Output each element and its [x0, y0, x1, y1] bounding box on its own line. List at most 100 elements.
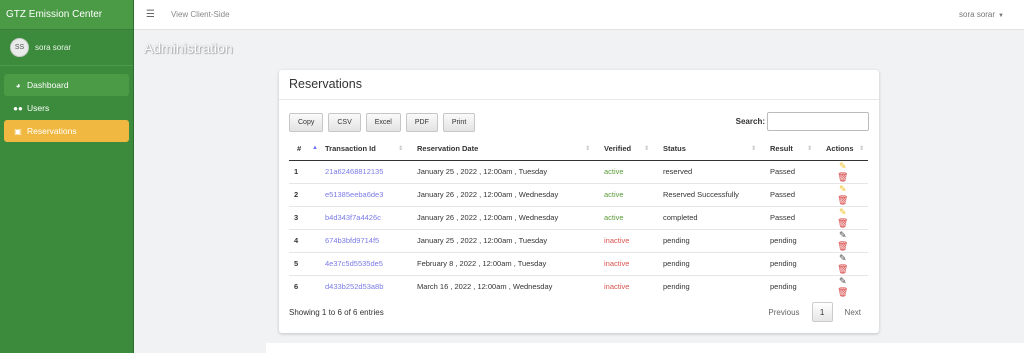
- col-status[interactable]: Status ⇕: [653, 137, 760, 161]
- user-menu[interactable]: sora sorar ▼: [959, 10, 1004, 19]
- avatar: SS: [10, 38, 29, 57]
- row-actions: ✎🗑: [816, 251, 868, 275]
- row-actions: ✎🗑: [816, 274, 868, 298]
- status: completed: [653, 205, 760, 229]
- page-1-button[interactable]: 1: [811, 302, 833, 322]
- trash-icon[interactable]: 🗑: [837, 241, 848, 251]
- previous-button[interactable]: Previous: [760, 302, 807, 322]
- row-number: 2: [289, 182, 315, 206]
- sidebar-item-label: Users: [27, 103, 50, 113]
- trash-icon[interactable]: 🗑: [837, 195, 848, 205]
- chevron-down-icon: ▼: [998, 13, 1004, 19]
- sort-icon: ⇕: [750, 146, 756, 152]
- calendar-icon: ▣: [14, 126, 22, 136]
- page-title: Administration: [144, 40, 233, 56]
- dashboard-icon: ◕: [15, 80, 21, 90]
- view-client-link[interactable]: View Client-Side: [171, 10, 230, 19]
- next-button[interactable]: Next: [837, 302, 869, 322]
- copy-button[interactable]: Copy: [289, 113, 324, 132]
- edit-icon[interactable]: ✎: [839, 253, 847, 263]
- pdf-button[interactable]: PDF: [405, 113, 438, 132]
- reservations-table: # ▲ Transaction Id ⇕ Reservation Date ⇕ Ver…: [289, 137, 868, 298]
- row-actions: ✎🗑: [816, 228, 868, 252]
- row-actions: ✎🗑: [816, 182, 868, 206]
- col-number[interactable]: # ▲: [289, 137, 318, 161]
- topbar: ☰ View Client-Side sora sorar ▼: [134, 0, 1024, 30]
- search-label: Search:: [735, 117, 765, 126]
- status: pending: [653, 274, 760, 298]
- sort-icon: ⇕: [806, 146, 812, 152]
- trash-icon[interactable]: 🗑: [837, 287, 848, 297]
- table-row: 4 674b3bfd9714f5 January 25 , 2022 , 12:00…: [289, 228, 868, 252]
- users-icon: ●●: [13, 103, 23, 113]
- edit-icon[interactable]: ✎: [839, 230, 847, 240]
- edit-icon[interactable]: ✎: [839, 184, 847, 194]
- col-actions[interactable]: Actions ⇕: [816, 137, 868, 161]
- verified-status: inactive: [594, 251, 653, 275]
- result: Passed: [760, 205, 816, 229]
- edit-icon[interactable]: ✎: [839, 276, 847, 286]
- result: pending: [760, 251, 816, 275]
- edit-icon[interactable]: ✎: [839, 207, 847, 217]
- table-row: 6 d433b252d53a8b March 16 , 2022 , 12:00am…: [289, 274, 868, 298]
- trash-icon[interactable]: 🗑: [837, 172, 848, 182]
- row-number: 6: [289, 274, 315, 298]
- menu-icon[interactable]: ☰: [146, 9, 155, 20]
- result: pending: [760, 228, 816, 252]
- brand-title[interactable]: GTZ Emission Center: [0, 0, 133, 30]
- verified-status: inactive: [594, 228, 653, 252]
- footer-strip: [266, 343, 1024, 353]
- reservation-date: January 26 , 2022 , 12:00am , Wednesday: [407, 182, 594, 206]
- user-panel: SS sora sorar: [0, 30, 133, 66]
- edit-icon[interactable]: ✎: [839, 161, 847, 171]
- table-row: 2 e51385eeba6de3 January 26 , 2022 , 12:00…: [289, 182, 868, 206]
- row-number: 1: [289, 159, 315, 183]
- table-header-row: # ▲ Transaction Id ⇕ Reservation Date ⇕ Ver…: [289, 137, 868, 161]
- sort-icon: ⇕: [858, 146, 864, 152]
- sidebar-item-reservations[interactable]: ▣ Reservations: [4, 120, 129, 142]
- excel-button[interactable]: Excel: [365, 113, 401, 132]
- row-number: 3: [289, 205, 315, 229]
- transaction-id-link[interactable]: e51385eeba6de3: [315, 182, 407, 206]
- row-number: 5: [289, 251, 315, 275]
- reservations-card: Reservations Copy CSV Excel PDF Print Se…: [279, 70, 879, 333]
- sidebar-item-label: Dashboard: [27, 80, 69, 90]
- trash-icon[interactable]: 🗑: [837, 264, 848, 274]
- col-result[interactable]: Result ⇕: [760, 137, 816, 161]
- verified-status: inactive: [594, 274, 653, 298]
- table-row: 1 21a62468812135 January 25 , 2022 , 12:00…: [289, 159, 868, 183]
- transaction-id-link[interactable]: b4d343f7a4426c: [315, 205, 407, 229]
- result: Passed: [760, 182, 816, 206]
- status: Reserved Successfully: [653, 182, 760, 206]
- status: pending: [653, 228, 760, 252]
- row-number: 4: [289, 228, 315, 252]
- sort-icon: ⇕: [584, 146, 590, 152]
- reservation-date: January 25 , 2022 , 12:00am , Tuesday: [407, 159, 594, 183]
- print-button[interactable]: Print: [442, 113, 476, 132]
- reservation-date: March 16 , 2022 , 12:00am , Wednesday: [407, 274, 594, 298]
- reservation-date: January 26 , 2022 , 12:00am , Wednesday: [407, 205, 594, 229]
- search-input[interactable]: [767, 112, 869, 131]
- transaction-id-link[interactable]: 4e37c5d5535de5: [315, 251, 407, 275]
- sidebar-item-users[interactable]: ●● Users: [4, 97, 129, 119]
- status: reserved: [653, 159, 760, 183]
- result: pending: [760, 274, 816, 298]
- sidebar-item-dashboard[interactable]: ◕ Dashboard: [4, 74, 129, 96]
- col-verified[interactable]: Verified ⇕: [594, 137, 653, 161]
- sidebar-item-label: Reservations: [27, 126, 77, 136]
- verified-status: active: [594, 182, 653, 206]
- row-actions: ✎🗑: [816, 159, 868, 183]
- transaction-id-link[interactable]: 21a62468812135: [315, 159, 407, 183]
- csv-button[interactable]: CSV: [328, 113, 361, 132]
- verified-status: active: [594, 205, 653, 229]
- trash-icon[interactable]: 🗑: [837, 218, 848, 228]
- status: pending: [653, 251, 760, 275]
- row-actions: ✎🗑: [816, 205, 868, 229]
- export-toolbar: Copy CSV Excel PDF Print: [289, 113, 480, 132]
- col-reservation-date[interactable]: Reservation Date ⇕: [407, 137, 594, 161]
- pagination: Previous 1 Next: [760, 302, 869, 322]
- transaction-id-link[interactable]: d433b252d53a8b: [315, 274, 407, 298]
- col-transaction-id[interactable]: Transaction Id ⇕: [315, 137, 407, 161]
- reservation-date: January 25 , 2022 , 12:00am , Tuesday: [407, 228, 594, 252]
- transaction-id-link[interactable]: 674b3bfd9714f5: [315, 228, 407, 252]
